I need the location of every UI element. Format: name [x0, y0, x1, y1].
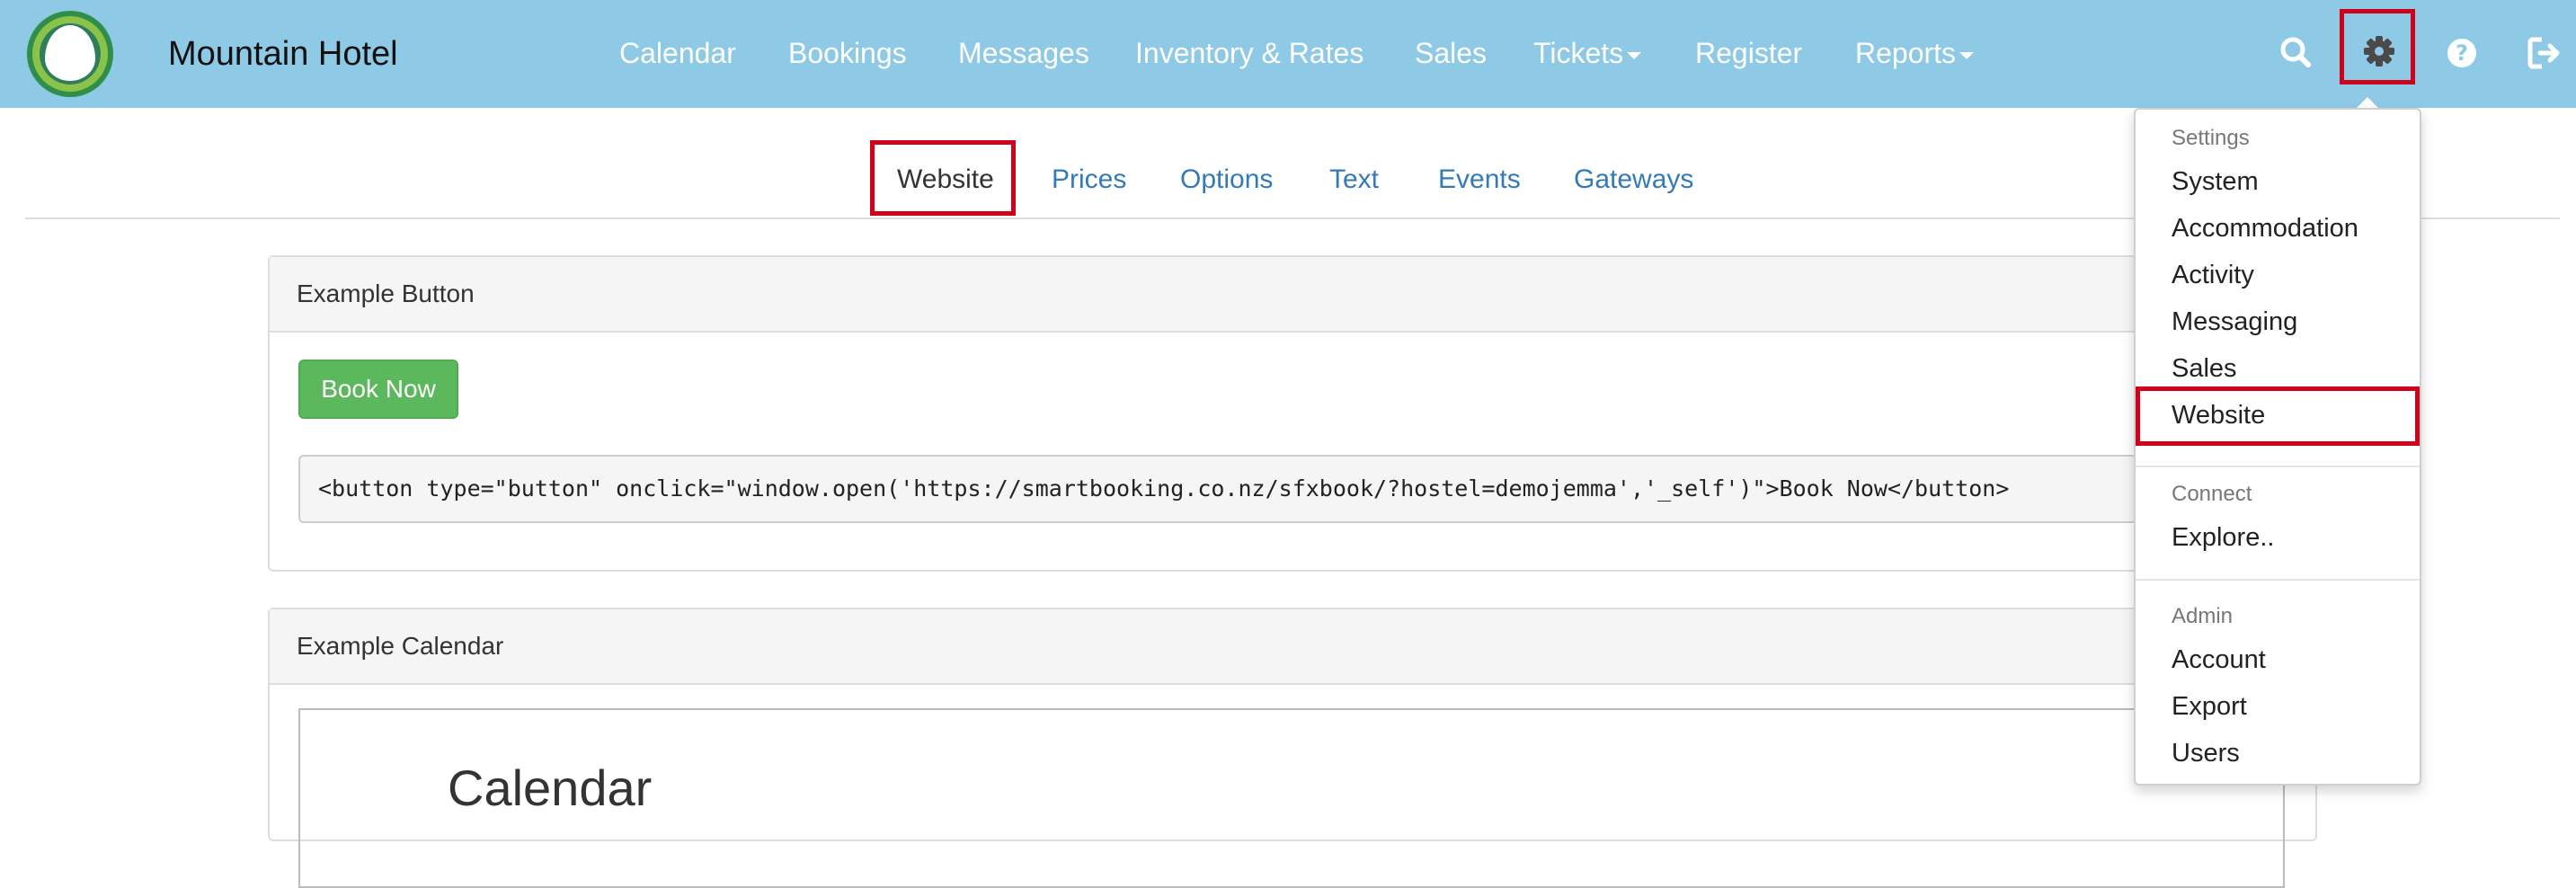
logout-icon[interactable] — [2522, 31, 2567, 75]
brand-name[interactable]: Mountain Hotel — [168, 0, 398, 108]
button-code-snippet[interactable]: <button type="button" onclick="window.op… — [298, 455, 2294, 523]
top-navbar: Mountain Hotel Calendar Bookings Message… — [0, 0, 2576, 108]
calendar-preview-frame: Calendar — [298, 708, 2285, 888]
dropdown-header-settings: Settings — [2172, 126, 2250, 150]
svg-text:?: ? — [2456, 40, 2468, 66]
menu-item-website-highlight-box — [2136, 386, 2420, 446]
tab-gateways[interactable]: Gateways — [1574, 153, 1693, 207]
menu-item-account[interactable]: Account — [2172, 645, 2266, 675]
tab-prices[interactable]: Prices — [1052, 153, 1126, 207]
nav-tickets-label: Tickets — [1533, 37, 1624, 69]
book-now-button[interactable]: Book Now — [298, 360, 458, 419]
calendar-title: Calendar — [448, 759, 653, 816]
nav-reports[interactable]: Reports — [1855, 0, 1975, 106]
example-button-heading: Example Button — [270, 257, 2315, 333]
example-calendar-heading: Example Calendar — [270, 609, 2315, 685]
gear-highlight-box — [2340, 9, 2415, 84]
menu-item-activity[interactable]: Activity — [2172, 261, 2254, 290]
example-button-panel: Example Button Book Now <button type="bu… — [268, 255, 2317, 572]
search-icon[interactable] — [2274, 31, 2319, 75]
menu-item-export[interactable]: Export — [2172, 692, 2247, 722]
nav-sales[interactable]: Sales — [1415, 0, 1487, 106]
menu-item-accommodation[interactable]: Accommodation — [2172, 214, 2358, 244]
nav-reports-label: Reports — [1855, 37, 1957, 69]
tab-text[interactable]: Text — [1329, 153, 1379, 207]
menu-item-users[interactable]: Users — [2172, 739, 2240, 768]
nav-messages[interactable]: Messages — [958, 0, 1089, 106]
dropdown-header-connect: Connect — [2172, 482, 2252, 506]
menu-item-messaging[interactable]: Messaging — [2172, 307, 2297, 337]
caret-down-icon — [1627, 51, 1642, 59]
tab-website-highlight-box — [870, 140, 1016, 216]
nav-bookings[interactable]: Bookings — [788, 0, 907, 106]
dropdown-divider — [2136, 466, 2420, 467]
dropdown-divider — [2136, 579, 2420, 581]
help-icon[interactable]: ? — [2439, 31, 2484, 75]
hotel-logo-icon[interactable] — [27, 11, 113, 97]
caret-down-icon — [1959, 51, 1975, 59]
nav-calendar[interactable]: Calendar — [619, 0, 736, 106]
menu-item-explore[interactable]: Explore.. — [2172, 523, 2274, 553]
nav-inventory-rates[interactable]: Inventory & Rates — [1135, 0, 1364, 106]
menu-item-system[interactable]: System — [2172, 167, 2259, 197]
dropdown-header-admin: Admin — [2172, 604, 2234, 628]
nav-register[interactable]: Register — [1695, 0, 1802, 106]
tab-options[interactable]: Options — [1180, 153, 1273, 207]
tab-events[interactable]: Events — [1438, 153, 1521, 207]
example-calendar-panel: Example Calendar Calendar — [268, 608, 2317, 888]
nav-tickets[interactable]: Tickets — [1533, 0, 1642, 106]
settings-dropdown-menu: Settings System Accommodation Activity M… — [2134, 108, 2421, 786]
menu-item-sales[interactable]: Sales — [2172, 354, 2237, 384]
